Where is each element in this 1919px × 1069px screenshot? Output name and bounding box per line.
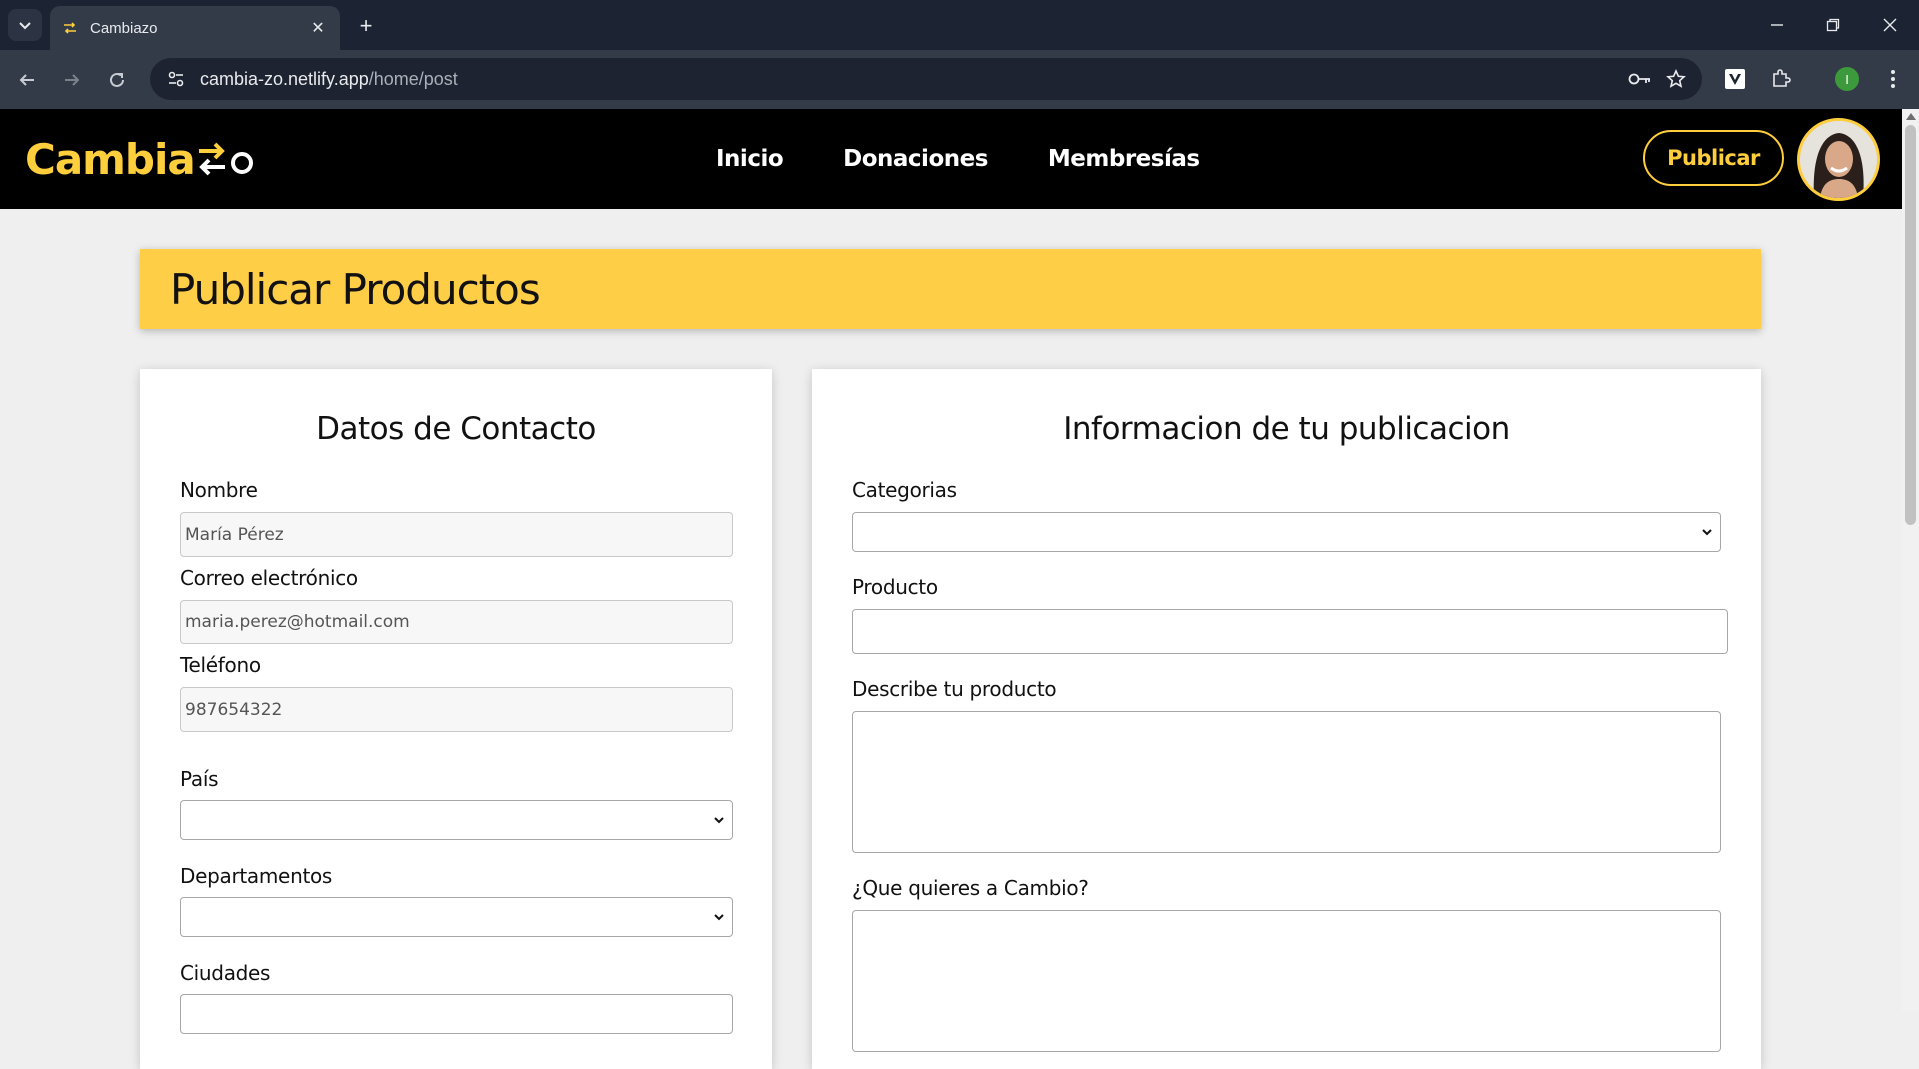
nav-donaciones[interactable]: Donaciones [843,146,988,172]
nav-inicio[interactable]: Inicio [716,146,784,172]
minimize-button[interactable] [1759,10,1795,40]
minimize-icon [1771,24,1783,26]
category-select[interactable] [852,512,1721,552]
key-icon [1628,73,1650,85]
url-path: /home/post [368,68,458,89]
password-key-button[interactable] [1622,61,1658,97]
address-bar[interactable]: cambia-zo.netlify.app/home/post [150,58,1702,100]
reload-button[interactable] [100,63,134,97]
department-select[interactable] [180,897,733,937]
description-textarea[interactable] [852,711,1721,853]
bookmark-button[interactable] [1658,61,1694,97]
star-icon [1666,69,1686,88]
product-label: Producto [852,575,938,599]
main-nav: Inicio Donaciones Membresías [716,109,1260,209]
email-value: maria.perez@hotmail.com [185,612,410,632]
name-value: María Pérez [185,524,284,545]
country-select[interactable] [180,800,733,840]
nav-membresias[interactable]: Membresías [1048,146,1200,172]
chevron-down-icon [714,817,724,824]
restore-button[interactable] [1815,10,1851,40]
browser-menu-button[interactable] [1876,62,1910,96]
forward-button[interactable] [55,63,89,97]
tab-close-icon[interactable]: ✕ [308,18,328,38]
page-title-banner: Publicar Productos [140,249,1761,329]
extension-v-button[interactable] [1718,62,1752,96]
chevron-down-icon [714,914,724,921]
restore-icon [1826,18,1840,32]
publication-card: Informacion de tu publicacion Categorias… [812,369,1761,1069]
page-title: Publicar Productos [170,264,541,314]
scroll-up-arrow-icon[interactable] [1906,113,1916,120]
phone-value: 987654322 [185,699,283,720]
tab-title: Cambiazo [90,19,158,37]
extensions-button[interactable] [1764,62,1798,96]
email-field[interactable]: maria.perez@hotmail.com [180,600,733,644]
description-label: Describe tu producto [852,677,1057,701]
puzzle-icon [1773,69,1791,87]
contact-card: Datos de Contacto Nombre María Pérez Cor… [140,369,772,1069]
tune-icon [168,71,184,87]
reload-icon [110,72,124,87]
back-button[interactable] [10,63,44,97]
chevron-down-icon [19,22,31,30]
arrow-left-icon [19,74,34,86]
url-host: cambia-zo.netlify.app [200,68,369,89]
contact-heading: Datos de Contacto [316,411,596,447]
user-avatar[interactable] [1797,118,1880,201]
publication-heading: Informacion de tu publicacion [1063,411,1510,447]
department-label: Departamentos [180,864,333,888]
logo-text: Cambia [25,134,196,184]
site-logo[interactable]: Cambia [25,129,255,189]
close-window-button[interactable] [1872,10,1908,40]
new-tab-button[interactable]: + [352,12,380,40]
profile-button[interactable]: I [1830,62,1864,96]
profile-initial: I [1845,71,1849,87]
site-header: Cambia Inicio Donaciones Membresías Publ… [0,109,1902,209]
browser-tab[interactable]: Cambiazo ✕ [50,6,340,50]
site-info-button[interactable] [156,59,196,99]
arrow-right-icon [65,74,80,86]
exchange-label: ¿Que quieres a Cambio? [852,876,1089,900]
profile-avatar-icon: I [1835,67,1859,91]
email-label: Correo electrónico [180,566,358,590]
country-label: País [180,767,219,791]
phone-field[interactable]: 987654322 [180,687,733,732]
product-input[interactable] [852,609,1728,654]
scrollbar-thumb[interactable] [1905,125,1916,525]
publish-button[interactable]: Publicar [1643,130,1784,186]
phone-label: Teléfono [180,653,261,677]
name-label: Nombre [180,478,258,502]
exchange-textarea[interactable] [852,910,1721,1052]
more-vert-icon [1891,70,1895,88]
page-scrollbar[interactable] [1902,109,1919,1011]
url-text[interactable]: cambia-zo.netlify.app/home/post [200,69,1622,90]
tab-search-button[interactable] [8,9,42,41]
city-label: Ciudades [180,961,271,985]
site-favicon-icon [64,22,76,34]
city-select[interactable] [180,994,733,1034]
category-label: Categorias [852,478,957,502]
user-photo-icon [1800,121,1877,198]
close-icon [1883,18,1897,32]
name-field[interactable]: María Pérez [180,512,733,557]
chevron-down-icon [1702,529,1712,536]
vimeo-extension-icon [1725,69,1745,89]
logo-exchange-mark-icon [198,142,253,176]
